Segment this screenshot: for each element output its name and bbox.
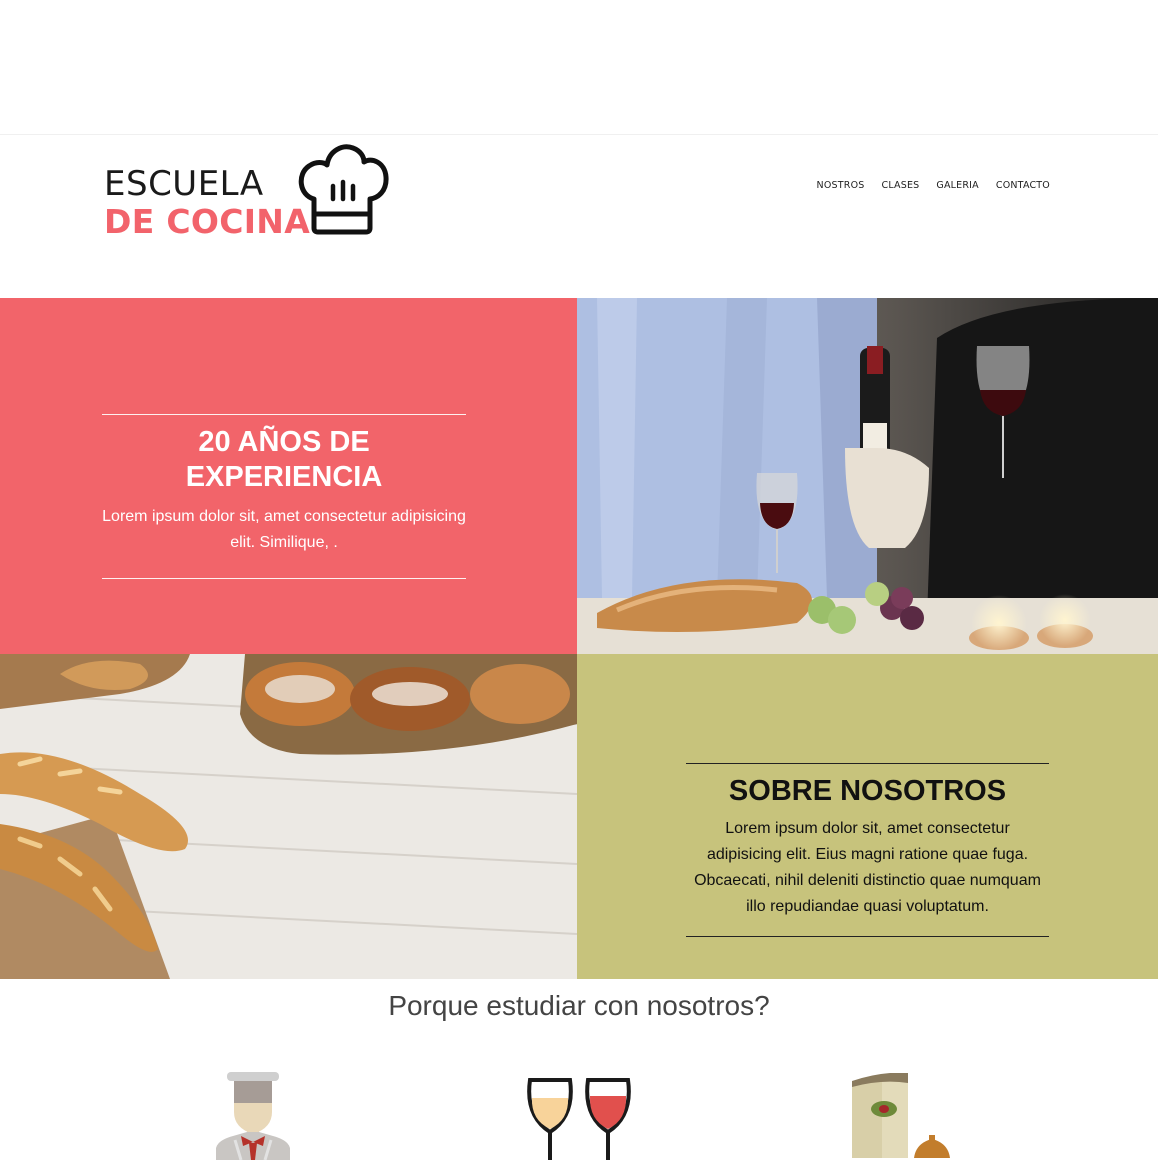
experience-text: Lorem ipsum dolor sit, amet consectetur … bbox=[102, 508, 466, 551]
about-textbox: SOBRE NOSOTROS Lorem ipsum dolor sit, am… bbox=[686, 763, 1049, 937]
bottom-rule bbox=[102, 578, 466, 579]
why-title: Porque estudiar con nosotros? bbox=[388, 990, 770, 1021]
top-rule bbox=[102, 414, 466, 415]
wine-photo-illustration bbox=[577, 298, 1158, 654]
wine-photo bbox=[577, 298, 1158, 654]
logo[interactable]: ESCUELA DE COCINA bbox=[104, 141, 394, 241]
experience-title: 20 AÑOS DE EXPERIENCIA bbox=[185, 426, 383, 493]
wine-glasses-icon bbox=[525, 1076, 635, 1165]
chef-hat-icon bbox=[298, 144, 389, 235]
nav-item-galeria[interactable]: GALERIA bbox=[936, 180, 978, 191]
about-title: SOBRE NOSOTROS bbox=[728, 775, 1007, 807]
nav-item-nosotros[interactable]: NOSTROS bbox=[817, 180, 865, 191]
about-panel: SOBRE NOSOTROS Lorem ipsum dolor sit, am… bbox=[577, 654, 1158, 979]
experience-panel: 20 AÑOS DE EXPERIENCIA Lorem ipsum dolor… bbox=[0, 298, 577, 654]
logo-line2: DE COCINA bbox=[104, 202, 311, 241]
nav-item-clases[interactable]: CLASES bbox=[881, 180, 919, 191]
about-text: Lorem ipsum dolor sit, amet consectetur … bbox=[694, 820, 1041, 915]
nav-item-contacto[interactable]: CONTACTO bbox=[996, 180, 1050, 191]
chef-icon bbox=[213, 1070, 293, 1165]
top-rule bbox=[686, 763, 1049, 764]
top-band bbox=[0, 0, 1158, 135]
logo-line1: ESCUELA bbox=[104, 164, 264, 204]
bread-photo-illustration bbox=[0, 654, 577, 979]
experience-textbox: 20 AÑOS DE EXPERIENCIA Lorem ipsum dolor… bbox=[102, 414, 466, 579]
bread-photo bbox=[0, 654, 577, 979]
menu-icon bbox=[852, 1072, 962, 1163]
main-nav: NOSTROS CLASES GALERIA CONTACTO bbox=[817, 180, 1050, 191]
site-header: ESCUELA DE COCINA NOSTROS CLASES GALERIA… bbox=[0, 135, 1158, 298]
bottom-rule bbox=[686, 936, 1049, 937]
